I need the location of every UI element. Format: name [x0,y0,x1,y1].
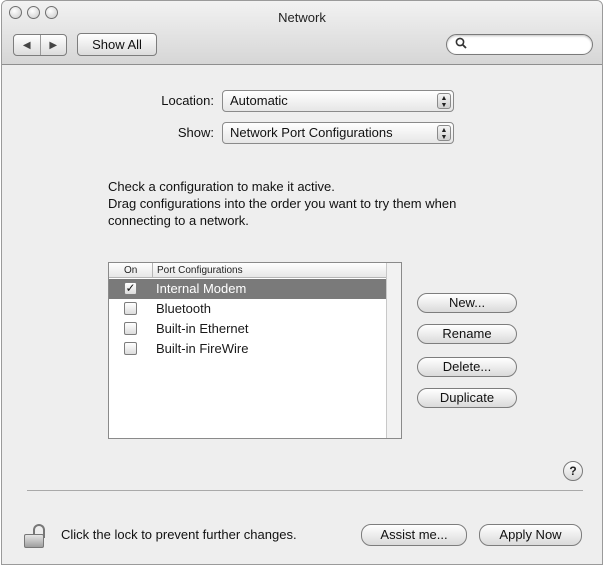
list-item[interactable]: Built-in Ethernet [109,319,386,339]
list-item[interactable]: Bluetooth [109,299,386,319]
show-value: Network Port Configurations [230,125,393,140]
popup-arrows-icon: ▲ ▼ [437,125,451,141]
assist-me-button[interactable]: Assist me... [361,524,467,546]
port-configurations-list[interactable]: On Port Configurations ✓ Internal Modem … [108,262,402,439]
location-label: Location: [161,93,214,108]
location-value: Automatic [230,93,288,108]
checkmark-icon: ✓ [125,281,136,295]
new-button[interactable]: New... [417,293,517,313]
port-checkbox[interactable] [124,322,137,335]
window-title: Network [278,10,326,25]
list-item[interactable]: ✓ Internal Modem [109,279,386,299]
forward-arrow-icon: ▶ [49,39,58,51]
list-header: On Port Configurations [109,263,401,278]
back-arrow-icon: ◀ [22,39,31,51]
port-label: Built-in FireWire [156,341,249,356]
delete-button[interactable]: Delete... [417,357,517,377]
location-popup[interactable]: Automatic ▲ ▼ [222,90,454,112]
divider [27,490,583,491]
port-label: Internal Modem [156,281,247,296]
port-label: Built-in Ethernet [156,321,249,336]
port-checkbox[interactable]: ✓ [124,282,137,295]
show-all-button[interactable]: Show All [77,33,157,56]
help-button[interactable]: ? [563,461,583,481]
rename-button[interactable]: Rename [417,324,517,344]
search-icon [455,37,467,52]
column-header-ports[interactable]: Port Configurations [157,263,243,278]
title-bar: Network ◀ ▶ Show All [2,1,602,65]
forward-button[interactable]: ▶ [41,35,67,55]
show-label: Show: [177,125,214,140]
instruction-line-3: connecting to a network. [108,213,249,228]
apply-now-button[interactable]: Apply Now [479,524,582,546]
instruction-line-1: Check a configuration to make it active. [108,179,335,194]
lock-open-icon[interactable] [24,524,46,548]
popup-arrows-icon: ▲ ▼ [437,93,451,109]
lock-status-text: Click the lock to prevent further change… [61,527,297,542]
list-scrollbar[interactable] [386,263,401,438]
back-forward-control: ◀ ▶ [13,34,67,56]
list-item[interactable]: Built-in FireWire [109,339,386,359]
instruction-line-2: Drag configurations into the order you w… [108,196,457,211]
duplicate-button[interactable]: Duplicate [417,388,517,408]
search-field[interactable] [446,34,593,55]
port-label: Bluetooth [156,301,211,316]
port-checkbox[interactable] [124,302,137,315]
column-header-on[interactable]: On [109,263,153,277]
show-popup[interactable]: Network Port Configurations ▲ ▼ [222,122,454,144]
back-button[interactable]: ◀ [14,35,41,55]
port-checkbox[interactable] [124,342,137,355]
preferences-window: Network ◀ ▶ Show All Location: Automatic… [1,0,603,565]
